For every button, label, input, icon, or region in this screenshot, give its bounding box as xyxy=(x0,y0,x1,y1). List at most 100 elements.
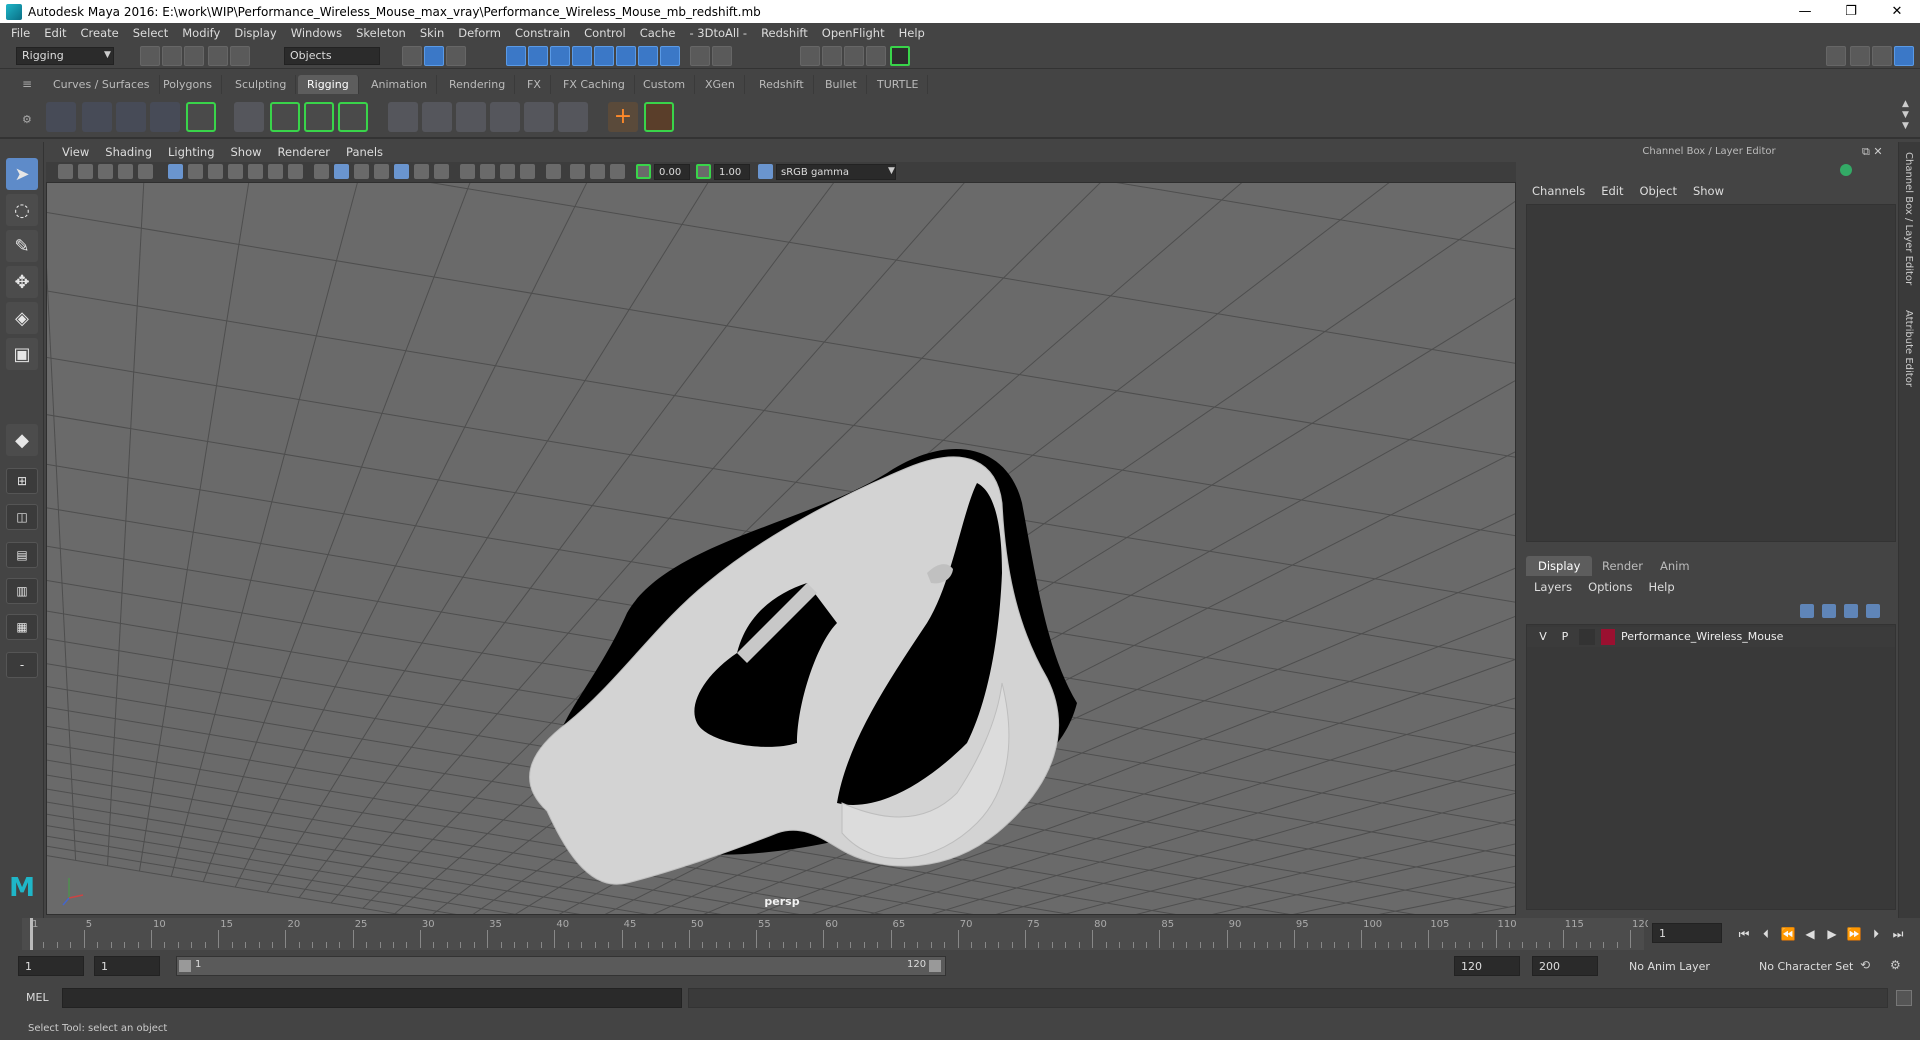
textured-icon[interactable] xyxy=(394,164,409,179)
layer-tab-display[interactable]: Display xyxy=(1526,556,1593,576)
persp-graph-editor-layout-icon[interactable]: ▦ xyxy=(6,614,38,640)
animation-preferences-icon[interactable]: ⚙ xyxy=(1890,958,1906,974)
snap-projected-icon[interactable] xyxy=(616,46,636,66)
current-frame-field[interactable]: 1 xyxy=(1652,923,1722,943)
menu-display[interactable]: Display xyxy=(227,26,283,40)
redo-icon[interactable] xyxy=(230,46,250,66)
panel-menu-panels[interactable]: Panels xyxy=(338,145,391,159)
layer-row[interactable]: V P Performance_Wireless_Mouse xyxy=(1527,627,1895,647)
layer-menu-layers[interactable]: Layers xyxy=(1526,580,1580,598)
open-scene-icon[interactable] xyxy=(162,46,182,66)
character-set-dropdown[interactable]: No Character Set xyxy=(1752,956,1876,976)
lasso-tool-icon[interactable]: ◌ xyxy=(6,194,38,226)
persp-graph-layout-icon[interactable]: ◫ xyxy=(6,504,38,530)
history-icon[interactable] xyxy=(712,46,732,66)
bind-skin-icon[interactable] xyxy=(234,102,264,132)
menu-help[interactable]: Help xyxy=(892,26,932,40)
scale-constraint-icon[interactable] xyxy=(490,102,520,132)
view-transform-dropdown[interactable]: sRGB gamma xyxy=(776,164,896,180)
shelf-options-icon[interactable]: ⚙ xyxy=(22,113,32,126)
range-end-handle[interactable] xyxy=(929,960,941,972)
snap-vertex-icon[interactable] xyxy=(638,46,658,66)
perspective-viewport[interactable]: persp xyxy=(46,182,1516,915)
snap-grid-icon[interactable] xyxy=(506,46,526,66)
menu-file[interactable]: File xyxy=(4,26,37,40)
gate-mask-icon[interactable] xyxy=(228,164,243,179)
save-scene-icon[interactable] xyxy=(184,46,204,66)
shelf-tab-custom[interactable]: Custom xyxy=(634,75,696,94)
modeling-toolkit-icon[interactable] xyxy=(1826,46,1846,66)
use-all-lights-icon[interactable] xyxy=(414,164,429,179)
field-chart-icon[interactable] xyxy=(248,164,263,179)
layer-type-toggle[interactable] xyxy=(1579,629,1595,645)
shadows-icon[interactable] xyxy=(434,164,449,179)
bookmark-icon[interactable] xyxy=(98,164,113,179)
insert-joint-icon[interactable] xyxy=(82,102,112,132)
film-gate-icon[interactable] xyxy=(188,164,203,179)
command-input[interactable] xyxy=(62,988,682,1008)
step-forward-key-icon[interactable]: ⏩ xyxy=(1846,927,1862,941)
move-layer-down-icon[interactable] xyxy=(1822,604,1836,618)
two-d-pan-zoom-icon[interactable] xyxy=(138,164,153,179)
menu-skin[interactable]: Skin xyxy=(413,26,451,40)
render-frame-icon[interactable] xyxy=(800,46,820,66)
undo-icon[interactable] xyxy=(208,46,228,66)
render-settings-icon[interactable] xyxy=(866,46,886,66)
menu-cache[interactable]: Cache xyxy=(633,26,683,40)
step-back-frame-icon[interactable]: ⏴ xyxy=(1758,927,1774,941)
snap-live-surface-icon[interactable] xyxy=(594,46,614,66)
channel-menu-edit[interactable]: Edit xyxy=(1593,184,1631,202)
channel-box-toggle-icon[interactable] xyxy=(1894,46,1914,66)
menu-redshift[interactable]: Redshift xyxy=(754,26,815,40)
channel-menu-show[interactable]: Show xyxy=(1685,184,1732,202)
shelf-tab-rigging[interactable]: Rigging xyxy=(298,75,359,94)
step-back-key-icon[interactable]: ⏪ xyxy=(1780,927,1796,941)
persp-outliner-layout-icon[interactable]: ▤ xyxy=(6,542,38,568)
parent-constraint-icon[interactable] xyxy=(388,102,418,132)
menu-constrain[interactable]: Constrain xyxy=(508,26,577,40)
play-forwards-icon[interactable]: ▶ xyxy=(1824,927,1840,941)
point-constraint-icon[interactable] xyxy=(422,102,452,132)
outliner-persp-layout-icon[interactable]: ▥ xyxy=(6,578,38,604)
side-tab-channel-box[interactable]: Channel Box / Layer Editor xyxy=(1903,152,1914,285)
lattice-icon[interactable] xyxy=(304,102,334,132)
mirror-joint-icon[interactable] xyxy=(116,102,146,132)
move-tool-icon[interactable]: ✥ xyxy=(6,266,38,298)
camera-attributes-icon[interactable] xyxy=(78,164,93,179)
shelf-tab-fx[interactable]: FX xyxy=(518,75,551,94)
shelf-tab-fx-caching[interactable]: FX Caching xyxy=(554,75,635,94)
animation-end-field[interactable]: 200 xyxy=(1532,956,1598,976)
range-slider[interactable]: 1 120 xyxy=(176,956,946,976)
menu-modify[interactable]: Modify xyxy=(175,26,227,40)
shelf-tab-curves-surfaces[interactable]: Curves / Surfaces xyxy=(44,75,160,94)
cluster-icon[interactable] xyxy=(338,102,368,132)
shelf-tab-animation[interactable]: Animation xyxy=(362,75,438,94)
rotate-tool-icon[interactable]: ◈ xyxy=(6,302,38,334)
snap-curve-icon[interactable] xyxy=(528,46,548,66)
shelf-tab-turtle[interactable]: TURTLE xyxy=(868,75,929,94)
ik-handle-icon[interactable] xyxy=(186,102,216,132)
locator-icon[interactable]: + xyxy=(608,102,638,132)
shelf-menu-icon[interactable]: ≡ xyxy=(22,77,32,91)
single-perspective-layout-icon[interactable]: ◆ xyxy=(6,424,38,456)
paint-select-tool-icon[interactable]: ✎ xyxy=(6,230,38,262)
close-button[interactable]: ✕ xyxy=(1874,0,1920,23)
snap-help-icon[interactable] xyxy=(660,46,680,66)
time-slider[interactable]: 1 5 10 15 20 25 30 35 40 45 50 55 60 65 70 75 80 85 90 95 10… xyxy=(0,918,1651,950)
shelf-tab-bullet[interactable]: Bullet xyxy=(816,75,867,94)
menu-select[interactable]: Select xyxy=(126,26,175,40)
render-view-icon[interactable] xyxy=(844,46,864,66)
tool-settings-toggle-icon[interactable] xyxy=(1872,46,1892,66)
exposure-field[interactable]: 0.00 xyxy=(654,164,690,180)
auto-key-icon[interactable]: ⟲ xyxy=(1860,958,1876,974)
scale-tool-icon[interactable]: ▣ xyxy=(6,338,38,370)
anti-aliasing-icon[interactable] xyxy=(500,164,515,179)
aim-constraint-icon[interactable] xyxy=(524,102,554,132)
snap-view-plane-icon[interactable] xyxy=(572,46,592,66)
layer-menu-help[interactable]: Help xyxy=(1640,580,1682,598)
go-to-end-icon[interactable]: ⏭ xyxy=(1890,927,1906,941)
lock-icon[interactable] xyxy=(690,46,710,66)
new-empty-layer-icon[interactable] xyxy=(1844,604,1858,618)
select-object-icon[interactable] xyxy=(424,46,444,66)
hypershade-icon[interactable] xyxy=(890,46,910,66)
